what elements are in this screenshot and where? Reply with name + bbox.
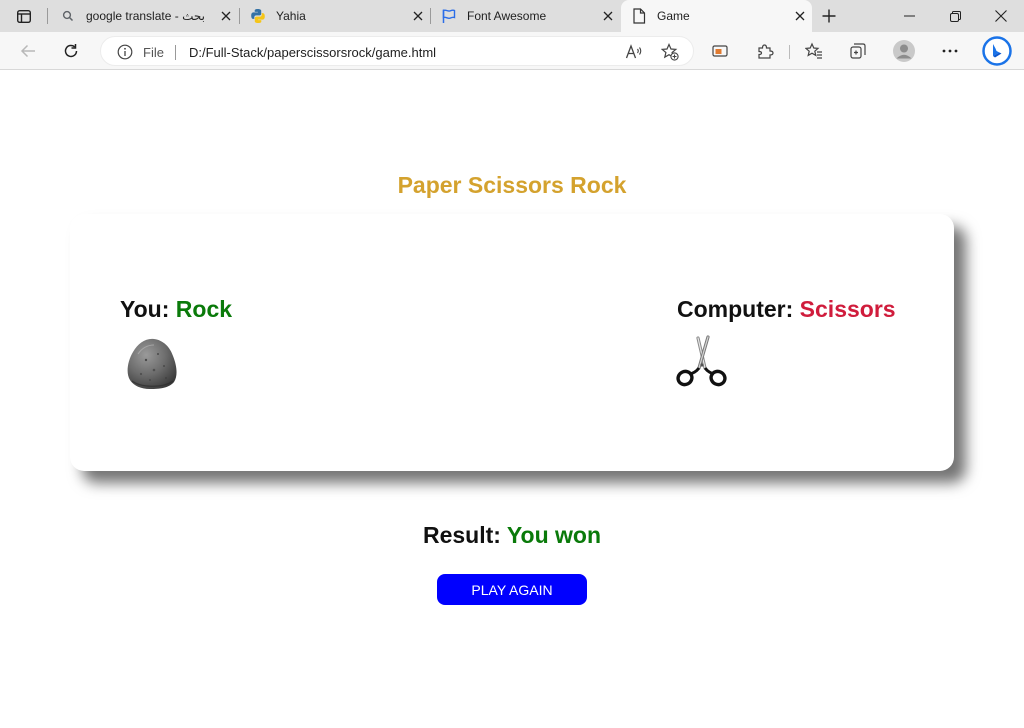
flag-icon <box>441 8 457 24</box>
game-board: You: Rock Computer: Scissors <box>70 214 954 471</box>
extensions-icon[interactable] <box>751 37 779 65</box>
python-icon <box>250 8 266 24</box>
close-tab-icon[interactable] <box>218 8 234 24</box>
computer-label: Computer: <box>677 296 794 322</box>
player-choice: You: Rock <box>120 296 232 323</box>
tab-strip: google translate - بحث Yahia Font Awesom… <box>0 0 1024 32</box>
result-label: Result: <box>422 522 501 548</box>
favorites-icon[interactable] <box>800 37 828 65</box>
back-arrow-icon[interactable] <box>14 37 42 65</box>
url-text[interactable]: D:/Full-Stack/paperscissorsrock/game.htm… <box>189 45 436 60</box>
player-label: You: <box>120 296 170 322</box>
player-choice-value: Rock <box>175 296 233 322</box>
new-tab-icon[interactable] <box>818 6 840 26</box>
play-again-button[interactable]: PLAY AGAIN <box>437 574 587 605</box>
info-icon[interactable] <box>117 44 133 60</box>
tab-title: Yahia <box>276 9 306 23</box>
rock-icon <box>124 334 180 392</box>
add-favorite-icon[interactable] <box>660 43 679 61</box>
computer-choice-value: Scissors <box>799 296 896 322</box>
address-divider <box>175 45 176 60</box>
result-text: Result: You won <box>0 522 1024 549</box>
tab-title: Game <box>657 9 690 23</box>
bing-copilot-icon[interactable] <box>980 34 1014 68</box>
tab-title: Font Awesome <box>467 9 547 23</box>
tab-google-translate[interactable]: google translate - بحث <box>50 0 238 32</box>
browser-toolbar: File D:/Full-Stack/paperscissorsrock/gam… <box>0 32 1024 70</box>
result-value: You won <box>506 522 602 548</box>
more-options-icon[interactable] <box>936 37 964 65</box>
tab-yahia[interactable]: Yahia <box>240 0 430 32</box>
page-icon <box>631 8 647 24</box>
profile-avatar-icon[interactable] <box>890 37 918 65</box>
scheme-label: File <box>143 45 164 60</box>
search-icon <box>60 8 76 24</box>
read-aloud-icon[interactable] <box>625 43 643 61</box>
address-bar[interactable]: File D:/Full-Stack/paperscissorsrock/gam… <box>100 36 694 66</box>
close-tab-icon[interactable] <box>410 8 426 24</box>
tab-actions-icon[interactable] <box>9 6 39 26</box>
page-title: Paper Scissors Rock <box>397 172 627 198</box>
refresh-icon[interactable] <box>57 37 85 65</box>
tab-title: google translate - بحث <box>86 9 205 23</box>
collections-icon[interactable] <box>844 37 872 65</box>
computer-choice: Computer: Scissors <box>677 296 896 323</box>
close-window-icon[interactable] <box>978 0 1024 32</box>
toolbar-separator <box>789 45 790 59</box>
restore-icon[interactable] <box>932 0 978 32</box>
tab-font-awesome[interactable]: Font Awesome <box>431 0 620 32</box>
page-content: Paper Scissors Rock You: Rock Computer: … <box>0 71 1024 728</box>
tab-separator <box>47 8 48 24</box>
cast-icon[interactable] <box>706 37 734 65</box>
close-tab-icon[interactable] <box>792 8 808 24</box>
close-tab-icon[interactable] <box>600 8 616 24</box>
tab-game[interactable]: Game <box>621 0 812 32</box>
minimize-icon[interactable] <box>886 0 932 32</box>
scissors-icon <box>674 334 730 392</box>
